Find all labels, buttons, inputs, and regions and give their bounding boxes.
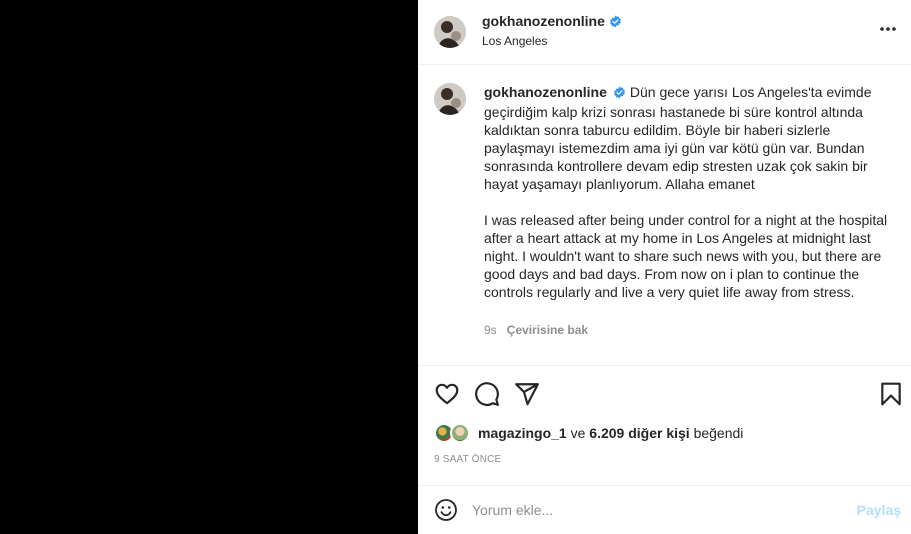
post-header: gokhanozenonline Los Angeles	[418, 0, 911, 65]
share-icon[interactable]	[514, 381, 540, 407]
post-timestamp[interactable]: 9 SAAT ÖNCE	[434, 454, 501, 465]
likes-and: ve	[570, 425, 586, 441]
liker-username[interactable]: magazingo_1	[478, 425, 567, 441]
caption-username[interactable]: gokhanozenonline	[484, 84, 607, 100]
likes-liked: beğendi	[693, 425, 744, 441]
action-bar	[418, 367, 911, 417]
heart-icon[interactable]	[434, 381, 460, 407]
post-location[interactable]: Los Angeles	[482, 34, 547, 48]
comment-input[interactable]	[472, 498, 842, 522]
liker-avatar[interactable]	[450, 423, 470, 443]
bookmark-icon[interactable]	[878, 381, 904, 407]
emoji-icon[interactable]	[434, 498, 458, 522]
comment-bar: Paylaş	[418, 485, 911, 534]
author-username[interactable]: gokhanozenonline	[482, 13, 605, 29]
more-options-icon[interactable]	[879, 26, 897, 32]
see-translation-link[interactable]: Çevirisine bak	[507, 323, 588, 337]
likes-summary: magazingo_1 ve 6.209 diğer kişi beğendi	[434, 422, 743, 444]
author-avatar[interactable]	[434, 16, 466, 48]
verified-badge-icon	[613, 85, 626, 103]
caption-meta: 9s Çevirisine bak	[484, 323, 588, 337]
caption-area: gokhanozenonline Dün gece yarısı Los Ange…	[418, 66, 911, 366]
caption-author-avatar[interactable]	[434, 83, 466, 115]
liker-avatars	[434, 422, 474, 444]
post-comment-button[interactable]: Paylaş	[857, 502, 901, 518]
likes-others-count[interactable]: 6.209 diğer kişi	[589, 425, 689, 441]
caption-text-turkish: Dün gece yarısı Los Angeles'ta evimde ge…	[484, 84, 872, 192]
post-caption: gokhanozenonline Dün gece yarısı Los Ange…	[484, 83, 894, 301]
post-panel: gokhanozenonline Los Angeles gokhanozeno…	[418, 0, 911, 534]
comment-icon[interactable]	[474, 381, 500, 407]
author-username-line: gokhanozenonline	[482, 13, 622, 31]
caption-text-english: I was released after being under control…	[484, 212, 888, 300]
verified-badge-icon	[609, 15, 622, 31]
post-age: 9s	[484, 323, 497, 337]
post-media	[0, 0, 418, 534]
